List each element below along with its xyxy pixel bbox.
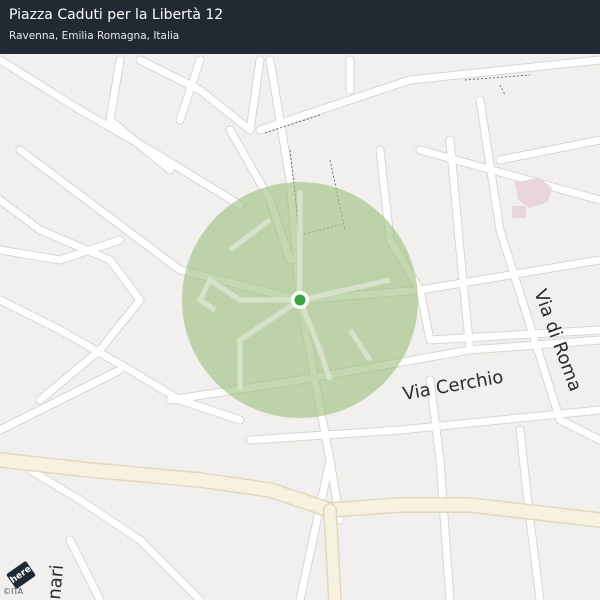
location-marker[interactable]	[291, 291, 309, 309]
location-title: Piazza Caduti per la Libertà 12	[9, 7, 224, 23]
location-subtitle: Ravenna, Emilia Romagna, Italia	[9, 30, 180, 42]
location-header: Piazza Caduti per la Libertà 12 Ravenna,…	[0, 0, 600, 54]
map-canvas[interactable]: Via Cerchio Via di Roma nari	[0, 0, 600, 600]
map-attribution: ©ITA	[3, 587, 24, 596]
street-label-partial: nari	[44, 564, 68, 600]
location-dot-icon	[294, 294, 306, 306]
